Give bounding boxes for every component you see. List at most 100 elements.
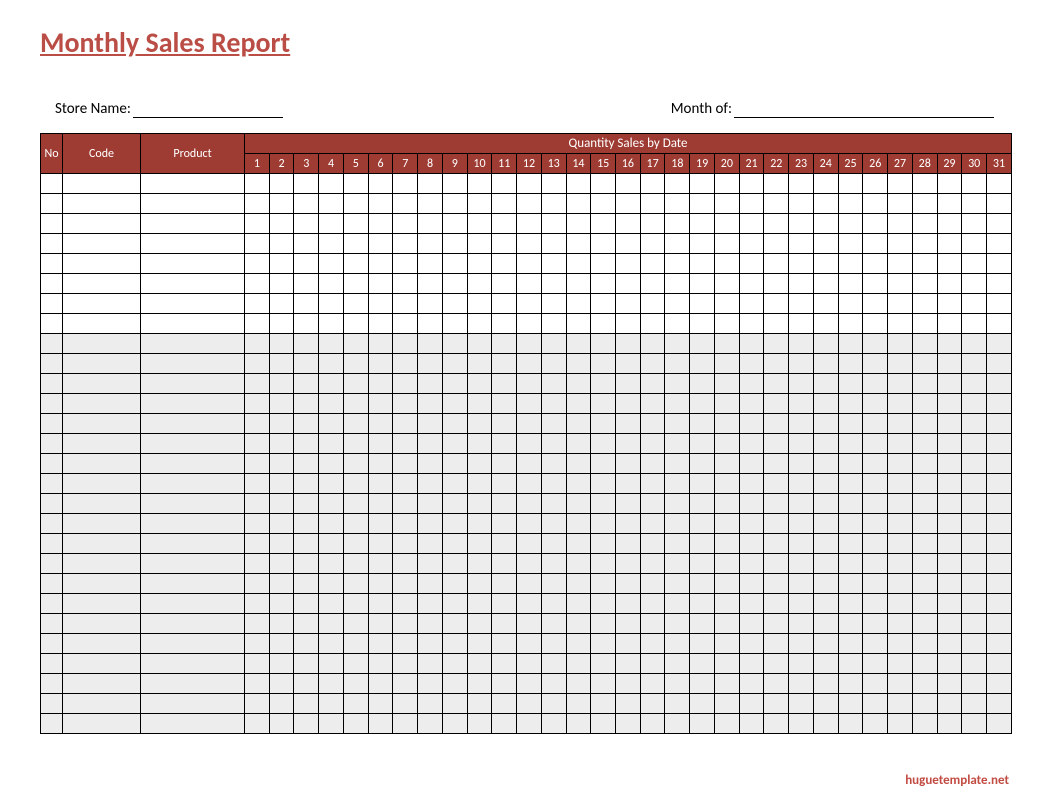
cell-day[interactable] [319,514,344,534]
cell-day[interactable] [640,214,665,234]
cell-day[interactable] [937,414,962,434]
cell-day[interactable] [690,554,715,574]
cell-day[interactable] [937,474,962,494]
cell-day[interactable] [863,294,888,314]
cell-day[interactable] [492,174,517,194]
cell-day[interactable] [343,174,368,194]
cell-product[interactable] [141,714,245,734]
cell-day[interactable] [813,434,838,454]
cell-code[interactable] [63,254,141,274]
cell-day[interactable] [616,434,641,454]
cell-day[interactable] [937,714,962,734]
cell-day[interactable] [987,514,1012,534]
cell-day[interactable] [566,614,591,634]
cell-day[interactable] [714,394,739,414]
cell-day[interactable] [294,234,319,254]
cell-day[interactable] [665,394,690,414]
cell-day[interactable] [863,494,888,514]
cell-day[interactable] [714,694,739,714]
cell-day[interactable] [566,714,591,734]
cell-day[interactable] [714,294,739,314]
cell-day[interactable] [294,694,319,714]
cell-day[interactable] [665,674,690,694]
cell-day[interactable] [665,654,690,674]
cell-product[interactable] [141,174,245,194]
cell-day[interactable] [690,194,715,214]
cell-day[interactable] [714,494,739,514]
cell-day[interactable] [418,214,443,234]
cell-day[interactable] [566,494,591,514]
cell-product[interactable] [141,614,245,634]
cell-day[interactable] [517,554,542,574]
cell-day[interactable] [863,334,888,354]
cell-day[interactable] [294,254,319,274]
cell-day[interactable] [739,254,764,274]
cell-day[interactable] [566,414,591,434]
cell-day[interactable] [541,314,566,334]
cell-day[interactable] [245,434,270,454]
cell-day[interactable] [912,554,937,574]
cell-day[interactable] [566,334,591,354]
cell-day[interactable] [813,354,838,374]
cell-day[interactable] [665,334,690,354]
cell-day[interactable] [591,294,616,314]
month-input-line[interactable] [734,100,994,118]
cell-day[interactable] [393,674,418,694]
cell-day[interactable] [962,174,987,194]
cell-day[interactable] [616,414,641,434]
cell-day[interactable] [616,634,641,654]
cell-day[interactable] [962,694,987,714]
cell-day[interactable] [714,654,739,674]
cell-day[interactable] [269,334,294,354]
cell-day[interactable] [442,254,467,274]
cell-day[interactable] [245,354,270,374]
cell-day[interactable] [319,694,344,714]
cell-day[interactable] [863,694,888,714]
cell-day[interactable] [541,694,566,714]
cell-day[interactable] [962,534,987,554]
cell-day[interactable] [912,274,937,294]
cell-day[interactable] [962,214,987,234]
cell-day[interactable] [368,534,393,554]
cell-product[interactable] [141,234,245,254]
cell-day[interactable] [937,274,962,294]
cell-day[interactable] [912,194,937,214]
cell-no[interactable] [41,334,63,354]
cell-day[interactable] [739,414,764,434]
cell-day[interactable] [467,674,492,694]
cell-day[interactable] [665,174,690,194]
cell-day[interactable] [813,414,838,434]
cell-day[interactable] [962,514,987,534]
cell-day[interactable] [665,594,690,614]
cell-day[interactable] [269,534,294,554]
cell-day[interactable] [343,574,368,594]
cell-day[interactable] [418,694,443,714]
cell-day[interactable] [393,454,418,474]
cell-day[interactable] [319,234,344,254]
cell-day[interactable] [987,214,1012,234]
cell-day[interactable] [789,714,814,734]
cell-day[interactable] [888,674,913,694]
cell-day[interactable] [813,334,838,354]
cell-day[interactable] [269,494,294,514]
cell-day[interactable] [937,194,962,214]
cell-day[interactable] [937,234,962,254]
cell-day[interactable] [368,274,393,294]
cell-day[interactable] [813,214,838,234]
cell-product[interactable] [141,454,245,474]
cell-day[interactable] [863,234,888,254]
cell-day[interactable] [343,674,368,694]
cell-day[interactable] [888,434,913,454]
cell-day[interactable] [343,594,368,614]
cell-day[interactable] [863,194,888,214]
cell-day[interactable] [838,414,863,434]
cell-day[interactable] [591,414,616,434]
cell-day[interactable] [813,714,838,734]
cell-day[interactable] [319,214,344,234]
cell-day[interactable] [888,254,913,274]
cell-day[interactable] [245,454,270,474]
cell-code[interactable] [63,714,141,734]
cell-day[interactable] [269,654,294,674]
cell-no[interactable] [41,374,63,394]
cell-no[interactable] [41,514,63,534]
